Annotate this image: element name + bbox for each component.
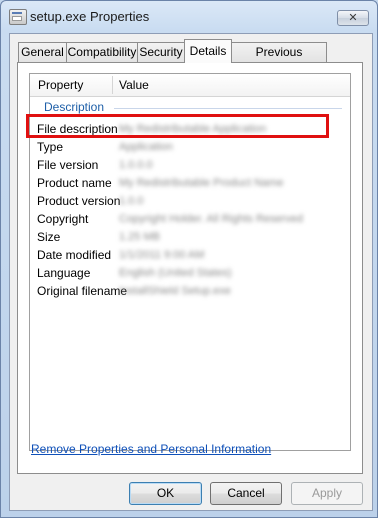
close-button[interactable]: ✕ (337, 10, 369, 26)
column-header-property[interactable]: Property (38, 74, 83, 96)
property-value: InstallShield Setup.exe (119, 285, 231, 297)
application-icon (9, 9, 27, 25)
property-name: Language (37, 266, 91, 280)
properties-window: setup.exe Properties ✕ General Compatibi… (0, 0, 378, 518)
close-icon: ✕ (348, 12, 358, 24)
table-row[interactable]: Copyright Copyright Holder. All Rights R… (30, 210, 350, 228)
property-name: Product name (37, 176, 112, 190)
property-list[interactable]: Property Value Description File descript… (29, 73, 351, 451)
table-row[interactable]: File description My Redistributable Appl… (30, 120, 350, 138)
tab-details[interactable]: Details (184, 39, 232, 63)
property-value: Application (119, 141, 173, 153)
property-name: File version (37, 158, 99, 172)
window-title: setup.exe Properties (30, 9, 150, 24)
property-value: 1.0.0 (119, 195, 144, 207)
property-name: Copyright (37, 212, 89, 226)
dialog-client-area: General Compatibility Security Details P… (9, 33, 373, 511)
table-row[interactable]: File version 1.0.0.0 (30, 156, 350, 174)
property-value: My Redistributable Application (119, 123, 267, 135)
property-value: My Redistributable Product Name (119, 177, 284, 189)
property-value: 1/1/2011 9:00 AM (119, 249, 205, 261)
property-name: Date modified (37, 248, 112, 262)
details-tab-panel: Property Value Description File descript… (17, 62, 363, 474)
property-value: 1.0.0.0 (119, 159, 153, 171)
group-divider (114, 108, 342, 109)
table-row[interactable]: Type Application (30, 138, 350, 156)
table-row[interactable]: Date modified 1/1/2011 9:00 AM (30, 246, 350, 264)
property-name: Type (37, 140, 64, 154)
tab-compatibility[interactable]: Compatibility (66, 42, 138, 62)
ok-button[interactable]: OK (129, 482, 202, 505)
table-row[interactable]: Size 1.25 MB (30, 228, 350, 246)
tab-general[interactable]: General (18, 42, 67, 62)
cancel-button[interactable]: Cancel (210, 482, 282, 505)
title-bar[interactable]: setup.exe Properties ✕ (1, 1, 377, 33)
table-row[interactable]: Product version 1.0.0 (30, 192, 350, 210)
apply-button[interactable]: Apply (291, 482, 363, 505)
property-value: 1.25 MB (119, 231, 160, 243)
table-row[interactable]: Original filename InstallShield Setup.ex… (30, 282, 350, 300)
tab-previous-versions[interactable]: Previous Versions (231, 42, 327, 78)
column-header-value[interactable]: Value (119, 74, 149, 96)
table-row[interactable]: Language English (United States) (30, 264, 350, 282)
property-value: Copyright Holder. All Rights Reserved (119, 213, 304, 225)
remove-properties-link[interactable]: Remove Properties and Personal Informati… (31, 442, 271, 456)
tab-security[interactable]: Security (137, 42, 185, 62)
list-header: Property Value (30, 74, 350, 97)
group-header-description: Description (44, 100, 105, 114)
table-row[interactable]: Product name My Redistributable Product … (30, 174, 350, 192)
property-name: Size (37, 230, 61, 244)
property-name: Original filename (37, 284, 128, 298)
property-value: English (United States) (119, 267, 232, 279)
column-divider[interactable] (112, 76, 113, 94)
property-name: Product version (37, 194, 121, 208)
property-name: File description (37, 122, 118, 136)
